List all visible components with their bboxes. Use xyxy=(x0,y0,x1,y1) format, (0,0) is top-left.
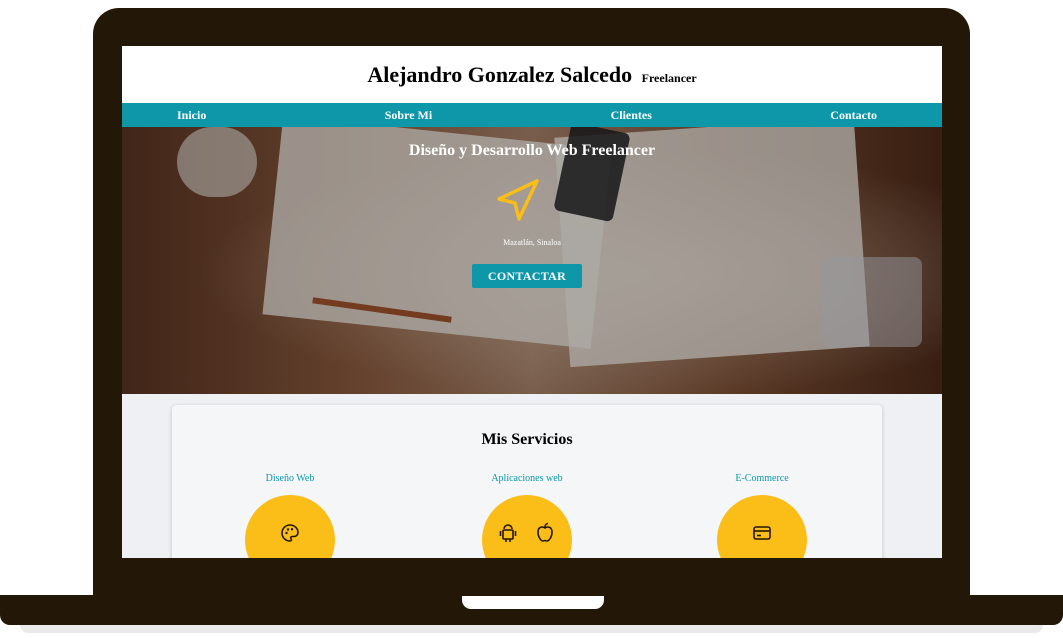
palette-icon xyxy=(281,524,299,542)
site-title: Alejandro Gonzalez Salcedo Freelancer xyxy=(122,62,942,88)
service-diseno-web[interactable]: Diseño Web xyxy=(210,473,370,558)
services-title: Mis Servicios xyxy=(481,431,573,448)
nav-link-contacto[interactable]: Contacto xyxy=(830,108,877,123)
service-icon-circle xyxy=(245,495,335,558)
service-label: Diseño Web xyxy=(265,473,315,484)
hero-section: Diseño y Desarrollo Web Freelancer Mazat… xyxy=(122,127,942,394)
android-icon xyxy=(499,524,517,542)
service-icon-circle xyxy=(482,495,572,558)
nav-link-sobre-mi[interactable]: Sobre Mi xyxy=(385,108,432,123)
site-header: Alejandro Gonzalez Salcedo Freelancer xyxy=(122,46,942,103)
nav-link-clientes[interactable]: Clientes xyxy=(611,108,652,123)
hero-location: Mazatlán, Sinaloa xyxy=(503,238,561,247)
service-icon-circle xyxy=(717,495,807,558)
apple-icon xyxy=(537,522,553,542)
paper-plane-icon xyxy=(497,179,539,221)
service-label: E-Commerce xyxy=(735,473,789,484)
service-e-commerce[interactable]: E-Commerce xyxy=(682,473,842,558)
laptop-notch xyxy=(462,596,604,609)
credit-card-icon xyxy=(753,526,771,540)
website-screen: Alejandro Gonzalez Salcedo Freelancer In… xyxy=(122,46,942,558)
services-card: Mis Servicios Diseño Web Aplicaciones we… xyxy=(172,405,882,558)
service-aplicaciones-web[interactable]: Aplicaciones web xyxy=(447,473,607,558)
site-name: Alejandro Gonzalez Salcedo xyxy=(367,62,633,87)
site-tagline: Freelancer xyxy=(641,71,697,85)
service-label: Aplicaciones web xyxy=(491,473,563,484)
hero-title: Diseño y Desarrollo Web Freelancer xyxy=(408,142,656,159)
nav-link-inicio[interactable]: Inicio xyxy=(177,108,206,123)
hero-overlay xyxy=(122,127,942,394)
main-nav: Inicio Sobre Mi Clientes Contacto xyxy=(122,103,942,127)
laptop-shadow xyxy=(20,625,1043,633)
contactar-button[interactable]: CONTACTAR xyxy=(472,264,582,288)
